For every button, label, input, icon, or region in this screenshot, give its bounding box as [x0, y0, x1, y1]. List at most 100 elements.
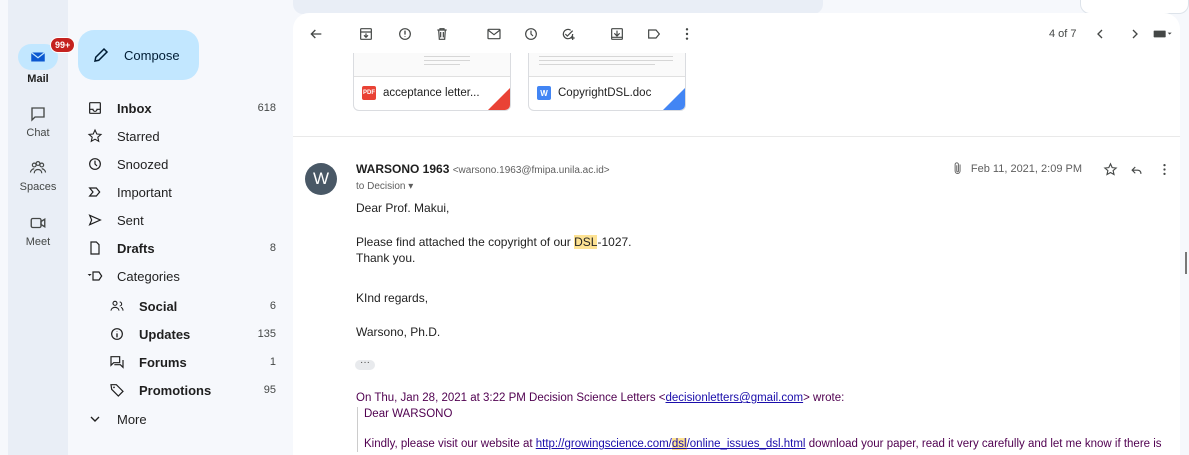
nav-starred[interactable]: Starred [78, 122, 284, 150]
nav-snoozed[interactable]: Snoozed [78, 150, 284, 178]
clock-icon [85, 154, 105, 174]
scrollbar-thumb[interactable] [1185, 252, 1187, 274]
video-icon [22, 210, 54, 236]
older-icon[interactable] [1126, 25, 1144, 43]
nav-label: Updates [139, 326, 191, 342]
pdf-icon: PDF [362, 86, 376, 100]
info-icon [107, 324, 127, 344]
keyboard-icon[interactable] [1152, 25, 1174, 43]
search-bar-edge [293, 0, 823, 14]
greeting: Dear Prof. Makui, [356, 201, 450, 215]
account-area-edge [1080, 0, 1189, 14]
quote-greeting: Dear WARSONO [364, 408, 453, 420]
inbox-icon [85, 98, 105, 118]
signature: Warsono, Ph.D. [356, 325, 441, 339]
website-link[interactable]: http://growingscience.com/dsl/online_iss… [536, 438, 806, 450]
nav-forums[interactable]: Forums 1 [100, 348, 284, 376]
rail-meet[interactable]: Meet [8, 210, 68, 248]
mail-icon: 99+ [18, 37, 76, 70]
report-spam-icon[interactable] [396, 25, 414, 43]
sender-line: WARSONO 1963 <warsono.1963@fmipa.unila.a… [356, 162, 610, 176]
nav-label: Social [139, 298, 178, 314]
caret-down-icon: ▾ [408, 181, 414, 192]
rail-chat[interactable]: Chat [8, 101, 68, 139]
message-pane: 4 of 7 PDF acceptance letter... W Copyri… [293, 13, 1180, 455]
nav-sent[interactable]: Sent [78, 206, 284, 234]
sender-avatar[interactable]: W [305, 163, 337, 195]
nav-label: Important [117, 184, 172, 200]
rail-meet-label: Meet [25, 236, 51, 248]
nav-label: Categories [117, 268, 180, 284]
nav-label: Drafts [117, 240, 155, 256]
pdf-corner [488, 88, 510, 110]
label-icon [85, 266, 105, 286]
nav-updates[interactable]: Updates 135 [100, 320, 284, 348]
attachment-name: acceptance letter... [383, 87, 480, 99]
rail-spaces-label: Spaces [19, 181, 57, 193]
nav-more[interactable]: More [78, 405, 284, 433]
delete-icon[interactable] [433, 25, 451, 43]
back-icon[interactable] [307, 25, 325, 43]
nav-categories[interactable]: Categories [78, 262, 284, 290]
quoted-message: Dear WARSONO Kindly, please visit our we… [357, 407, 1162, 452]
to-label: to Decision [356, 181, 406, 192]
nav-inbox[interactable]: Inbox 618 [78, 94, 284, 122]
message-meta: Feb 11, 2021, 2:09 PM [880, 160, 1180, 180]
nav-label: Inbox [117, 100, 152, 116]
quote-line: Kindly, please visit our website at http… [364, 438, 1162, 450]
message-divider [293, 136, 1180, 137]
nav-label: Promotions [139, 382, 212, 398]
nav-promotions[interactable]: Promotions 95 [100, 376, 284, 404]
nav-label: Sent [117, 212, 144, 228]
body-line-2: Thank you. [356, 251, 416, 265]
reply-icon[interactable] [1128, 161, 1144, 177]
compose-label: Compose [124, 47, 180, 63]
forum-icon [107, 352, 127, 372]
add-task-icon[interactable] [559, 25, 577, 43]
message-more-icon[interactable] [1156, 161, 1172, 177]
sender-name[interactable]: WARSONO 1963 [356, 162, 449, 176]
newer-icon[interactable] [1091, 25, 1109, 43]
star-message-icon[interactable] [1102, 161, 1118, 177]
unread-badge: 99+ [50, 37, 76, 53]
move-to-icon[interactable] [608, 25, 626, 43]
important-icon [85, 182, 105, 202]
nav-count: 95 [263, 384, 276, 396]
quote-header: On Thu, Jan 28, 2021 at 3:22 PM Decision… [356, 392, 845, 404]
attachment-pdf[interactable]: PDF acceptance letter... [353, 53, 511, 111]
mark-unread-icon[interactable] [485, 25, 503, 43]
nav-count: 8 [269, 242, 276, 254]
closing: KInd regards, [356, 291, 429, 305]
nav-label: Forums [139, 354, 187, 370]
search-highlight: DSL [574, 235, 598, 249]
nav-label: Starred [117, 128, 160, 144]
compose-button[interactable]: Compose [78, 30, 199, 80]
message-toolbar: 4 of 7 [293, 13, 1180, 53]
show-trimmed-content-button[interactable]: ··· [355, 358, 375, 370]
nav-social[interactable]: Social 6 [100, 292, 284, 320]
attachment-name: CopyrightDSL.doc [558, 87, 652, 99]
attachment-doc[interactable]: W CopyrightDSL.doc [528, 53, 686, 111]
recipients-toggle[interactable]: to Decision ▾ [356, 181, 413, 192]
rail-spaces[interactable]: Spaces [8, 155, 68, 193]
word-icon: W [537, 86, 551, 100]
spaces-icon [22, 155, 54, 181]
rail-mail[interactable]: 99+ Mail [8, 37, 76, 85]
star-icon [85, 126, 105, 146]
nav-important[interactable]: Important [78, 178, 284, 206]
quote-email-link[interactable]: decisionletters@gmail.com [666, 392, 804, 404]
nav-count: 6 [269, 300, 276, 312]
more-vert-icon[interactable] [678, 25, 696, 43]
tag-icon [107, 380, 127, 400]
nav-count: 618 [257, 102, 276, 114]
nav-drafts[interactable]: Drafts 8 [78, 234, 284, 262]
snooze-icon[interactable] [522, 25, 540, 43]
rail-mail-label: Mail [27, 73, 49, 85]
nav-count: 1 [269, 356, 276, 368]
archive-icon[interactable] [357, 25, 375, 43]
rail-chat-label: Chat [26, 127, 50, 139]
label-as-icon[interactable] [645, 25, 663, 43]
body-line-1: Please find attached the copyright of ou… [356, 235, 632, 249]
nav-count: 135 [257, 328, 276, 340]
doc-corner [663, 88, 685, 110]
